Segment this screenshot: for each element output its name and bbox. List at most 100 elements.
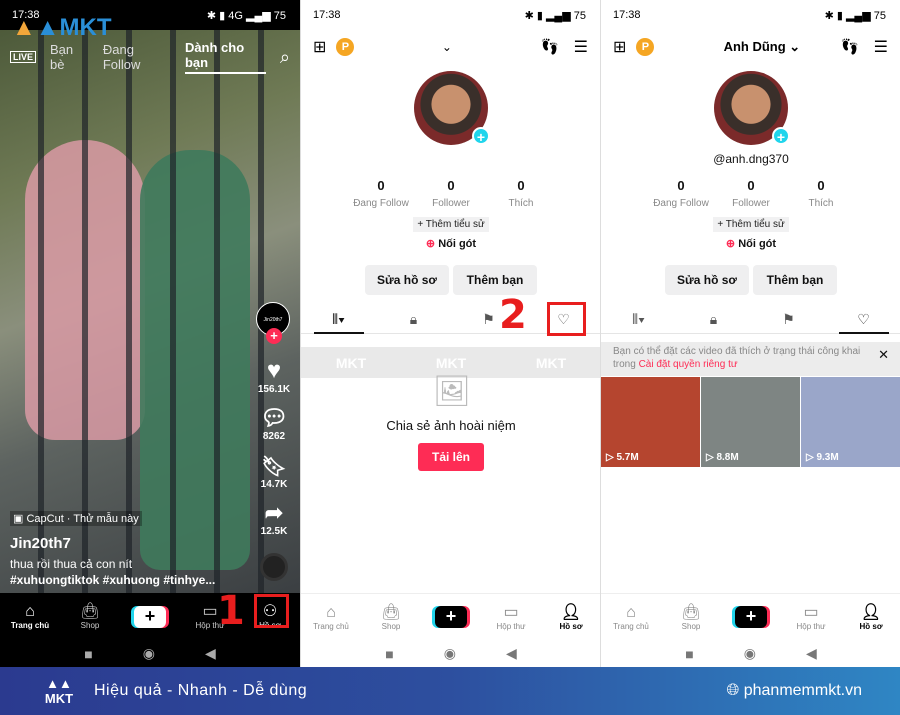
plus-icon: +: [435, 606, 467, 628]
status-icons: ✱ ▮ 4G ▂▄▆ 75: [206, 10, 286, 22]
video-caption: thua rồi thua cả con nít: [10, 557, 133, 571]
add-friends-button[interactable]: Thêm bạn: [753, 265, 837, 295]
qr-code-icon[interactable]: ⊞: [613, 37, 626, 57]
profile-header: ⊞ P Anh Dũng ⌄ 👣︎ ☰: [613, 36, 888, 58]
profile-icon: 👤︎: [860, 603, 882, 621]
status-bar: 17:38 ✱ ▮ ▂▄▆ 75: [313, 9, 586, 22]
qr-code-icon[interactable]: ⊞: [313, 37, 326, 57]
nav-shop[interactable]: 👜︎ Shop: [63, 603, 118, 630]
privacy-settings-link[interactable]: Cài đặt quyền riêng tư: [639, 359, 738, 370]
nav-inbox[interactable]: ▭ Hộp thư: [484, 604, 539, 631]
profile-liked-screen: 17:38 ✱ ▮ ▂▄▆ 75 ⊞ P Anh Dũng ⌄ 👣︎ ☰ + @anh…: [600, 0, 900, 667]
stat-following[interactable]: 0 Đang Follow: [346, 178, 416, 211]
recents-button[interactable]: ■: [685, 646, 693, 662]
add-bio-button[interactable]: + Thêm tiểu sử: [713, 217, 789, 232]
noi-got-button[interactable]: ⊕ Nối gót: [601, 237, 900, 250]
noi-got-icon: ⊕: [425, 238, 439, 250]
nav-shop[interactable]: 👜︎ Shop: [364, 604, 419, 631]
save-button[interactable]: 🔖︎ 14.7K: [256, 455, 292, 490]
search-icon[interactable]: ⌕: [280, 47, 290, 68]
share-button[interactable]: ➦ 12.5K: [256, 500, 292, 537]
stat-followers[interactable]: 0 Follower: [716, 178, 786, 211]
account-switcher[interactable]: Anh Dũng ⌄: [724, 39, 801, 55]
back-button[interactable]: ◀: [506, 645, 517, 662]
tab-videos[interactable]: ⦀▾: [614, 305, 664, 334]
mkt-logo-watermark: ▲▲MKT: [12, 14, 112, 41]
privacy-notice: Bạn có thể đặt các video đã thích ở trạn…: [601, 342, 900, 376]
nav-profile[interactable]: 👤︎ Hồ sơ: [844, 604, 899, 631]
play-count: ▷ 9.3M: [806, 452, 839, 463]
stat-followers[interactable]: 0 Follower: [416, 178, 486, 211]
tab-saved[interactable]: ⚑: [764, 305, 814, 334]
liked-video-thumbnail[interactable]: ▷ 8.8M: [701, 377, 800, 467]
photo-icon: 🖼︎: [433, 375, 472, 408]
back-button[interactable]: ◀: [806, 645, 817, 662]
avatar[interactable]: +: [714, 71, 790, 145]
add-avatar-icon[interactable]: +: [772, 127, 790, 145]
feed-tabs: LIVE Bạn bè Đang Follow Dành cho bạn ⌕: [10, 40, 290, 74]
tab-following[interactable]: Đang Follow: [103, 42, 171, 72]
live-button[interactable]: LIVE: [10, 51, 37, 63]
liked-video-thumbnail[interactable]: ▷ 5.7M: [601, 377, 700, 467]
home-button[interactable]: ◉: [143, 645, 155, 662]
android-nav: ■ ◉ ◀: [301, 640, 600, 667]
footer-website[interactable]: 🌐︎ phanmemmkt.vn: [726, 682, 862, 700]
tab-liked[interactable]: ♡: [838, 305, 889, 334]
add-avatar-icon[interactable]: +: [472, 127, 490, 145]
liked-video-thumbnail[interactable]: ▷ 9.3M: [801, 377, 900, 467]
home-button[interactable]: ◉: [744, 645, 756, 662]
tab-for-you[interactable]: Dành cho bạn: [184, 40, 266, 74]
footprints-icon[interactable]: 👣︎: [839, 37, 859, 57]
create-button[interactable]: +: [724, 606, 779, 628]
recents-button[interactable]: ■: [84, 646, 92, 662]
edit-profile-button[interactable]: Sửa hồ sơ: [365, 265, 449, 295]
menu-icon[interactable]: ☰: [874, 37, 888, 57]
menu-icon[interactable]: ☰: [574, 37, 588, 57]
footprints-icon[interactable]: 👣︎: [539, 37, 559, 57]
nav-inbox[interactable]: ▭ Hộp thư: [784, 604, 839, 631]
nav-home[interactable]: ⌂ Trang chủ: [604, 604, 659, 631]
noi-got-button[interactable]: ⊕ Nối gót: [301, 237, 600, 250]
edit-profile-button[interactable]: Sửa hồ sơ: [665, 265, 749, 295]
home-button[interactable]: ◉: [444, 645, 456, 662]
back-button[interactable]: ◀: [205, 645, 216, 662]
nav-profile[interactable]: 👤︎ Hồ sơ: [544, 604, 599, 631]
create-button[interactable]: +: [123, 605, 178, 628]
video-hashtags[interactable]: #xuhuongtiktok #xuhuong #tinhye...: [10, 573, 215, 587]
tab-private[interactable]: 🔒︎: [389, 305, 439, 334]
video-author[interactable]: Jin20th7: [10, 535, 71, 552]
stat-likes[interactable]: 0 Thích: [786, 178, 856, 211]
like-button[interactable]: ♥ 156.1K: [256, 358, 292, 396]
tab-friends[interactable]: Bạn bè: [50, 42, 89, 72]
tab-private[interactable]: 🔒︎: [689, 305, 739, 334]
creator-avatar[interactable]: Jin20th7 +: [256, 302, 292, 344]
footer-banner: ▲▲ MKT Hiệu quả - Nhanh - Dễ dùng 🌐︎ phan…: [0, 667, 900, 715]
bottom-nav: ⌂ Trang chủ 👜︎ Shop + ▭ Hộp thư 👤︎ Hồ sơ: [601, 593, 900, 640]
play-count: ▷ 8.8M: [706, 452, 739, 463]
music-disc-icon[interactable]: [260, 553, 288, 581]
upload-button[interactable]: Tải lên: [418, 443, 484, 471]
add-friends-button[interactable]: Thêm bạn: [453, 265, 537, 295]
coin-icon[interactable]: P: [336, 38, 355, 56]
shop-bag-icon: 👜︎: [380, 603, 402, 621]
tab-videos[interactable]: ⦀▾: [313, 305, 364, 334]
comment-button[interactable]: 💬︎ 8262: [256, 405, 292, 442]
stat-likes[interactable]: 0 Thích: [486, 178, 556, 211]
capcut-template-link[interactable]: ▣ CapCut · Thử mẫu này: [10, 511, 142, 526]
add-bio-button[interactable]: + Thêm tiểu sử: [413, 217, 489, 232]
plus-icon: +: [735, 606, 767, 628]
android-nav: ■ ◉ ◀: [0, 640, 300, 667]
nav-shop[interactable]: 👜︎ Shop: [664, 604, 719, 631]
avatar[interactable]: +: [414, 71, 490, 145]
profile-handle: @anh.dng370: [713, 152, 789, 166]
feed-screen: 17:38 ✱ ▮ 4G ▂▄▆ 75 ▲▲MKT LIVE Bạn bè Đa…: [0, 0, 300, 667]
coin-icon[interactable]: P: [636, 38, 655, 56]
stat-following[interactable]: 0 Đang Follow: [646, 178, 716, 211]
home-icon: ⌂: [626, 603, 636, 621]
account-switcher[interactable]: ⌄: [442, 40, 452, 54]
nav-home[interactable]: ⌂ Trang chủ: [3, 603, 58, 630]
recents-button[interactable]: ■: [385, 646, 393, 662]
close-icon[interactable]: ✕: [878, 348, 889, 361]
nav-home[interactable]: ⌂ Trang chủ: [304, 604, 359, 631]
create-button[interactable]: +: [424, 606, 479, 628]
